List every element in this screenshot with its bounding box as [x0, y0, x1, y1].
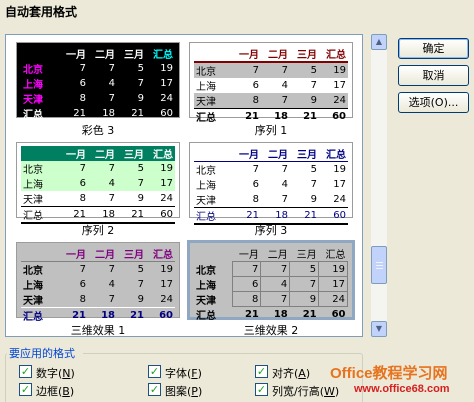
alignment-checkbox-label: 对齐(A) [272, 367, 311, 380]
format-thumb-list2[interactable]: 一月 二月 三月 汇总 北京 7 7 5 19 上海 6 4 7 17 天津 8 7 9 24 汇总 21 18 2… [16, 142, 180, 224]
width-height-checkbox[interactable]: ✓ [255, 383, 268, 396]
dialog-title: 自动套用格式 [0, 0, 474, 20]
font-checkbox[interactable]: ✓ [148, 365, 161, 378]
preview-table: 一月 二月 三月 汇总 北京 7 7 5 19 上海 6 4 7 17 天津 8 7 9 24 汇总 21 18 2… [194, 46, 348, 124]
format-caption: 序列 1 [254, 124, 288, 137]
arrow-down-icon[interactable]: ▼ [371, 321, 387, 337]
preview-table: 一月 二月 三月 汇总 北京 7 7 5 19 上海 6 4 7 17 天津 8 7 9 24 汇总 21 18 2… [194, 146, 348, 225]
arrow-up-icon[interactable]: ▲ [371, 34, 387, 50]
watermark-logo: Office教程学习网 www.office68.com [330, 362, 474, 402]
format-caption: 序列 2 [81, 224, 115, 237]
pattern-checkbox[interactable]: ✓ [148, 383, 161, 396]
format-thumb-list1[interactable]: 一月 二月 三月 汇总 北京 7 7 5 19 上海 6 4 7 17 天津 8 7 9 24 汇总 21 18 2… [189, 42, 353, 124]
ok-button[interactable]: 确定 [398, 38, 469, 59]
preview-table: 一月 二月 三月 汇总 北京 7 7 5 19 上海 6 4 7 17 天津 8 7 9 24 汇总 21 18 2… [196, 250, 348, 322]
preview-table: 一月 二月 三月 汇总 北京 7 7 5 19 上海 6 4 7 17 天津 8 7 9 24 汇总 21 18 2… [21, 246, 175, 323]
preview-table: 一月 二月 三月 汇总 北京 7 7 5 19 上海 6 4 7 17 天津 8 7 9 24 汇总 21 18 2… [23, 50, 173, 121]
format-gallery[interactable]: 一月 二月 三月 汇总 北京 7 7 5 19 上海 6 4 7 17 天津 8 7 9 24 汇总 21 18 2… [5, 34, 363, 337]
scrollbar-thumb[interactable] [371, 246, 387, 284]
pattern-checkbox-label: 图案(P) [165, 385, 203, 398]
border-checkbox-label: 边框(B) [36, 385, 75, 398]
format-caption: 序列 3 [254, 224, 288, 237]
format-thumb-3d1[interactable]: 一月 二月 三月 汇总 北京 7 7 5 19 上海 6 4 7 17 天津 8 7 9 24 汇总 21 18 2… [16, 242, 180, 323]
preview-table: 一月 二月 三月 汇总 北京 7 7 5 19 上海 6 4 7 17 天津 8 7 9 24 汇总 21 18 2… [21, 146, 175, 224]
format-caption: 彩色 3 [81, 124, 115, 137]
number-checkbox-label: 数字(N) [36, 367, 75, 380]
number-checkbox[interactable]: ✓ [19, 365, 32, 378]
gallery-scrollbar[interactable]: ▲ ▼ [371, 34, 387, 337]
format-thumb-color3[interactable]: 一月 二月 三月 汇总 北京 7 7 5 19 上海 6 4 7 17 天津 8 7 9 24 汇总 21 18 2… [16, 42, 180, 121]
watermark-url: www.office68.com [354, 383, 450, 395]
apply-format-group-title: 要应用的格式 [9, 347, 75, 360]
border-checkbox[interactable]: ✓ [19, 383, 32, 396]
format-thumb-3d2[interactable]: 一月 二月 三月 汇总 北京 7 7 5 19 上海 6 4 7 17 天津 8 7 9 24 汇总 21 18 2… [187, 240, 355, 322]
cancel-button[interactable]: 取消 [398, 65, 469, 86]
font-checkbox-label: 字体(F) [165, 367, 202, 380]
watermark-text: Office教程学习网 [330, 365, 448, 382]
format-caption: 三维效果 2 [243, 324, 299, 337]
format-thumb-list3[interactable]: 一月 二月 三月 汇总 北京 7 7 5 19 上海 6 4 7 17 天津 8 7 9 24 汇总 21 18 2… [189, 142, 353, 225]
options-button[interactable]: 选项(O)... [398, 92, 469, 113]
alignment-checkbox[interactable]: ✓ [255, 365, 268, 378]
format-caption: 三维效果 1 [70, 324, 126, 337]
